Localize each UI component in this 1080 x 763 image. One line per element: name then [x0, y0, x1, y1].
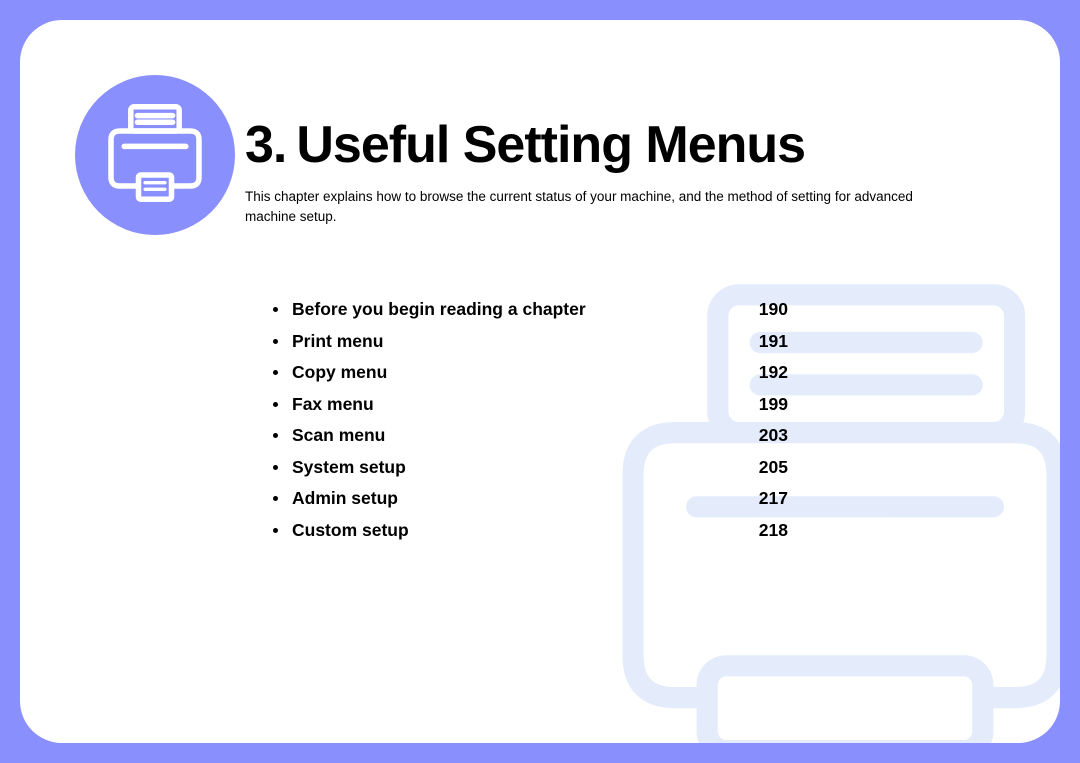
toc-title: Admin setup [292, 483, 398, 515]
bullet-icon [273, 465, 278, 470]
toc-entry: Admin setup 217 [273, 483, 788, 515]
toc-title: Print menu [292, 326, 383, 358]
toc-page: 218 [759, 515, 788, 547]
toc-entry: System setup 205 [273, 452, 788, 484]
toc-title: Scan menu [292, 420, 385, 452]
toc-title: Before you begin reading a chapter [292, 294, 586, 326]
toc-entry: Scan menu 203 [273, 420, 788, 452]
chapter-number: 3. [245, 116, 286, 174]
table-of-contents: Before you begin reading a chapter 190 P… [273, 294, 788, 546]
toc-page: 205 [759, 452, 788, 484]
chapter-title: Useful Setting Menus [296, 116, 805, 174]
chapter-icon-circle [75, 75, 235, 235]
toc-page: 192 [759, 357, 788, 389]
toc-page: 203 [759, 420, 788, 452]
toc-title: Fax menu [292, 389, 374, 421]
toc-entry: Before you begin reading a chapter 190 [273, 294, 788, 326]
toc-page: 190 [759, 294, 788, 326]
bullet-icon [273, 339, 278, 344]
toc-title: System setup [292, 452, 406, 484]
toc-title: Copy menu [292, 357, 387, 389]
bullet-icon [273, 307, 278, 312]
toc-entry: Copy menu 192 [273, 357, 788, 389]
bullet-icon [273, 370, 278, 375]
printer-icon [100, 98, 210, 213]
toc-entry: Print menu 191 [273, 326, 788, 358]
bullet-icon [273, 433, 278, 438]
toc-page: 191 [759, 326, 788, 358]
toc-entry: Fax menu 199 [273, 389, 788, 421]
content-area: 3.Useful Setting Menus This chapter expl… [245, 115, 990, 546]
chapter-description: This chapter explains how to browse the … [245, 187, 965, 226]
bullet-icon [273, 496, 278, 501]
page-card: 3.Useful Setting Menus This chapter expl… [20, 20, 1060, 743]
bullet-icon [273, 528, 278, 533]
toc-page: 199 [759, 389, 788, 421]
toc-entry: Custom setup 218 [273, 515, 788, 547]
toc-title: Custom setup [292, 515, 409, 547]
toc-page: 217 [759, 483, 788, 515]
chapter-heading: 3.Useful Setting Menus [245, 115, 990, 175]
bullet-icon [273, 402, 278, 407]
